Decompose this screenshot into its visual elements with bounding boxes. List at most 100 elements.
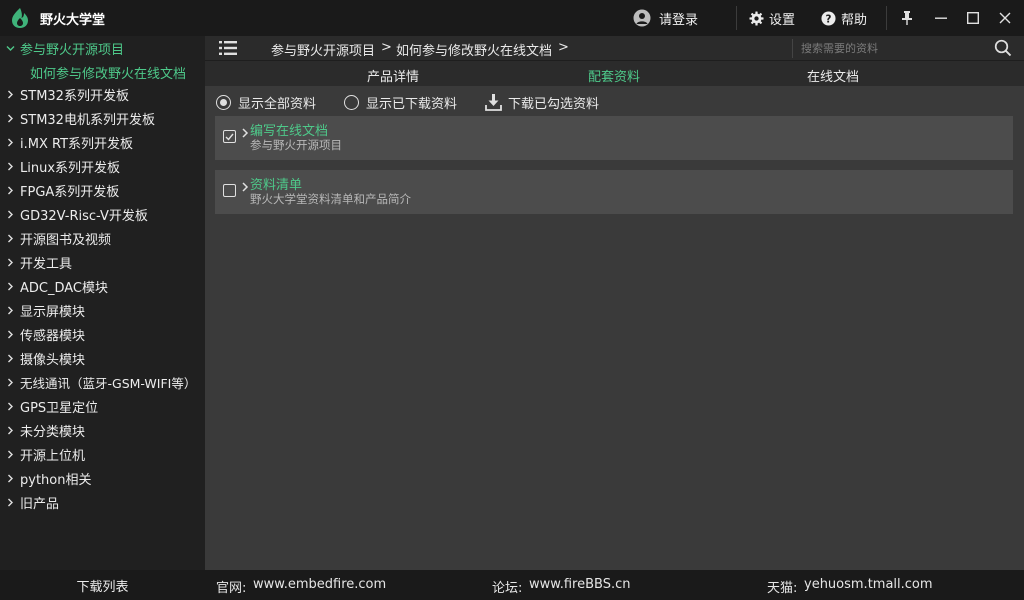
sidebar-item-label: STM32电机系列开发板 — [20, 112, 155, 128]
breadcrumb-item-edit-docs[interactable]: 如何参与修改野火在线文档 — [396, 40, 552, 59]
sidebar-item-display[interactable]: 显示屏模块 — [0, 298, 205, 322]
chevron-right-icon — [0, 378, 20, 387]
sidebar-item-host-software[interactable]: 开源上位机 — [0, 442, 205, 466]
pin-button[interactable] — [891, 0, 923, 36]
login-button[interactable]: 请登录 — [633, 0, 698, 36]
show-all-label: 显示全部资料 — [238, 97, 317, 112]
show-all-radio[interactable]: 显示全部资料 — [216, 93, 316, 112]
resource-row[interactable]: 资料清单 野火大学堂资料清单和产品简介 — [215, 170, 1013, 214]
settings-label: 设置 — [769, 12, 796, 28]
login-label: 请登录 — [659, 12, 699, 28]
sidebar-item-label: 开发工具 — [20, 256, 73, 272]
sidebar-item-stm32[interactable]: STM32系列开发板 — [0, 82, 205, 106]
chevron-right-icon — [0, 426, 20, 435]
chevron-right-icon — [0, 354, 20, 363]
chevron-right-icon — [0, 498, 20, 507]
tab-product-details[interactable]: 产品详情 — [367, 66, 419, 85]
chevron-right-icon[interactable] — [241, 181, 249, 196]
search-icon[interactable] — [994, 39, 1012, 57]
tab-online-docs[interactable]: 在线文档 — [807, 66, 859, 85]
breadcrumb-bar: 参与野火开源项目 > 如何参与修改野火在线文档 > — [205, 36, 1024, 61]
pin-icon — [902, 11, 912, 25]
sidebar-item-open-source[interactable]: 参与野火开源项目 — [0, 36, 205, 60]
titlebar-divider — [886, 6, 887, 30]
sidebar-item-python[interactable]: python相关 — [0, 466, 205, 490]
search-divider — [792, 39, 793, 58]
download-icon — [485, 94, 502, 111]
radio-selected-icon — [216, 95, 231, 110]
sidebar-item-stm32-motor[interactable]: STM32电机系列开发板 — [0, 106, 205, 130]
app-title: 野火大学堂 — [40, 13, 106, 28]
breadcrumb-separator: > — [381, 40, 392, 55]
sidebar-item-gd32v[interactable]: GD32V-Risc-V开发板 — [0, 202, 205, 226]
gear-icon — [749, 10, 764, 26]
help-button[interactable]: ? 帮助 — [821, 0, 867, 36]
sidebar-item-dev-tools[interactable]: 开发工具 — [0, 250, 205, 274]
sidebar-item-label: FPGA系列开发板 — [20, 184, 120, 200]
minimize-button[interactable] — [925, 0, 957, 36]
titlebar-divider — [736, 6, 737, 30]
resource-checkbox[interactable] — [223, 130, 236, 143]
user-avatar-icon — [633, 9, 651, 27]
help-icon: ? — [821, 10, 836, 26]
sidebar-item-books-videos[interactable]: 开源图书及视频 — [0, 226, 205, 250]
chevron-right-icon — [0, 138, 20, 147]
sidebar-item-label: 无线通讯（蓝牙-GSM-WIFI等） — [20, 375, 197, 391]
sidebar-item-adc-dac[interactable]: ADC_DAC模块 — [0, 274, 205, 298]
minimize-icon — [935, 17, 947, 19]
detail-tabs: 产品详情 配套资料 在线文档 — [205, 61, 1024, 86]
flame-logo-icon — [12, 8, 28, 28]
breadcrumb-item-open-source[interactable]: 参与野火开源项目 — [271, 40, 375, 59]
sidebar-item-label: 开源上位机 — [20, 448, 86, 464]
sidebar-item-label: Linux系列开发板 — [20, 160, 121, 176]
sidebar-item-uncategorized[interactable]: 未分类模块 — [0, 418, 205, 442]
chevron-right-icon — [0, 210, 20, 219]
maximize-button[interactable] — [957, 0, 989, 36]
resource-checkbox[interactable] — [223, 184, 236, 197]
download-list-button[interactable]: 下载列表 — [0, 570, 205, 600]
category-sidebar: 参与野火开源项目 如何参与修改野火在线文档 STM32系列开发板 STM32电机… — [0, 36, 205, 570]
download-checked-button[interactable]: 下载已勾选资料 — [485, 93, 599, 112]
sidebar-item-label: STM32系列开发板 — [20, 88, 129, 104]
chevron-right-icon — [0, 306, 20, 315]
chevron-right-icon — [0, 330, 20, 339]
sidebar-item-camera[interactable]: 摄像头模块 — [0, 346, 205, 370]
footer-tmall-label: 天猫: — [767, 581, 798, 596]
sidebar-item-label: 传感器模块 — [20, 328, 86, 344]
sidebar-item-label: GD32V-Risc-V开发板 — [20, 208, 148, 224]
footer-tmall-link[interactable]: yehuosm.tmall.com — [804, 577, 933, 592]
footer-site-link[interactable]: www.embedfire.com — [253, 577, 386, 592]
settings-button[interactable]: 设置 — [749, 0, 795, 36]
chevron-right-icon — [0, 90, 20, 99]
close-button[interactable] — [989, 0, 1021, 36]
title-bar: 野火大学堂 请登录 设置 ? 帮助 — [0, 0, 1024, 36]
sidebar-item-label: ADC_DAC模块 — [20, 280, 109, 296]
footer-forum-link[interactable]: www.fireBBS.cn — [529, 577, 630, 592]
footer-forum-label: 论坛: — [492, 581, 523, 596]
maximize-icon — [967, 12, 979, 24]
sidebar-item-gps[interactable]: GPS卫星定位 — [0, 394, 205, 418]
chevron-right-icon — [0, 402, 20, 411]
sidebar-item-wireless[interactable]: 无线通讯（蓝牙-GSM-WIFI等） — [0, 370, 205, 394]
list-menu-icon[interactable] — [219, 40, 237, 56]
chevron-right-icon[interactable] — [241, 127, 249, 142]
resources-panel: 显示全部资料 显示已下载资料 下载已勾选资料 编写在线文档 参与野火开源项目 资… — [205, 86, 1024, 570]
radio-unselected-icon — [344, 95, 359, 110]
footer-bar: 官网: www.embedfire.com 论坛: www.fireBBS.cn… — [205, 570, 1024, 600]
footer-site-label: 官网: — [216, 581, 247, 596]
chevron-right-icon — [0, 186, 20, 195]
sidebar-item-label: 摄像头模块 — [20, 352, 86, 368]
sidebar-subitem-edit-docs[interactable]: 如何参与修改野火在线文档 — [30, 63, 186, 82]
sidebar-item-sensor[interactable]: 传感器模块 — [0, 322, 205, 346]
sidebar-item-label: 未分类模块 — [20, 424, 86, 440]
sidebar-item-linux[interactable]: Linux系列开发板 — [0, 154, 205, 178]
chevron-right-icon — [0, 258, 20, 267]
sidebar-item-imx-rt[interactable]: i.MX RT系列开发板 — [0, 130, 205, 154]
show-downloaded-radio[interactable]: 显示已下载资料 — [344, 93, 457, 112]
search-input[interactable] — [801, 39, 981, 58]
show-downloaded-label: 显示已下载资料 — [366, 97, 458, 112]
tab-resources[interactable]: 配套资料 — [588, 66, 640, 85]
resource-row[interactable]: 编写在线文档 参与野火开源项目 — [215, 116, 1013, 160]
sidebar-item-fpga[interactable]: FPGA系列开发板 — [0, 178, 205, 202]
sidebar-item-old-products[interactable]: 旧产品 — [0, 490, 205, 514]
